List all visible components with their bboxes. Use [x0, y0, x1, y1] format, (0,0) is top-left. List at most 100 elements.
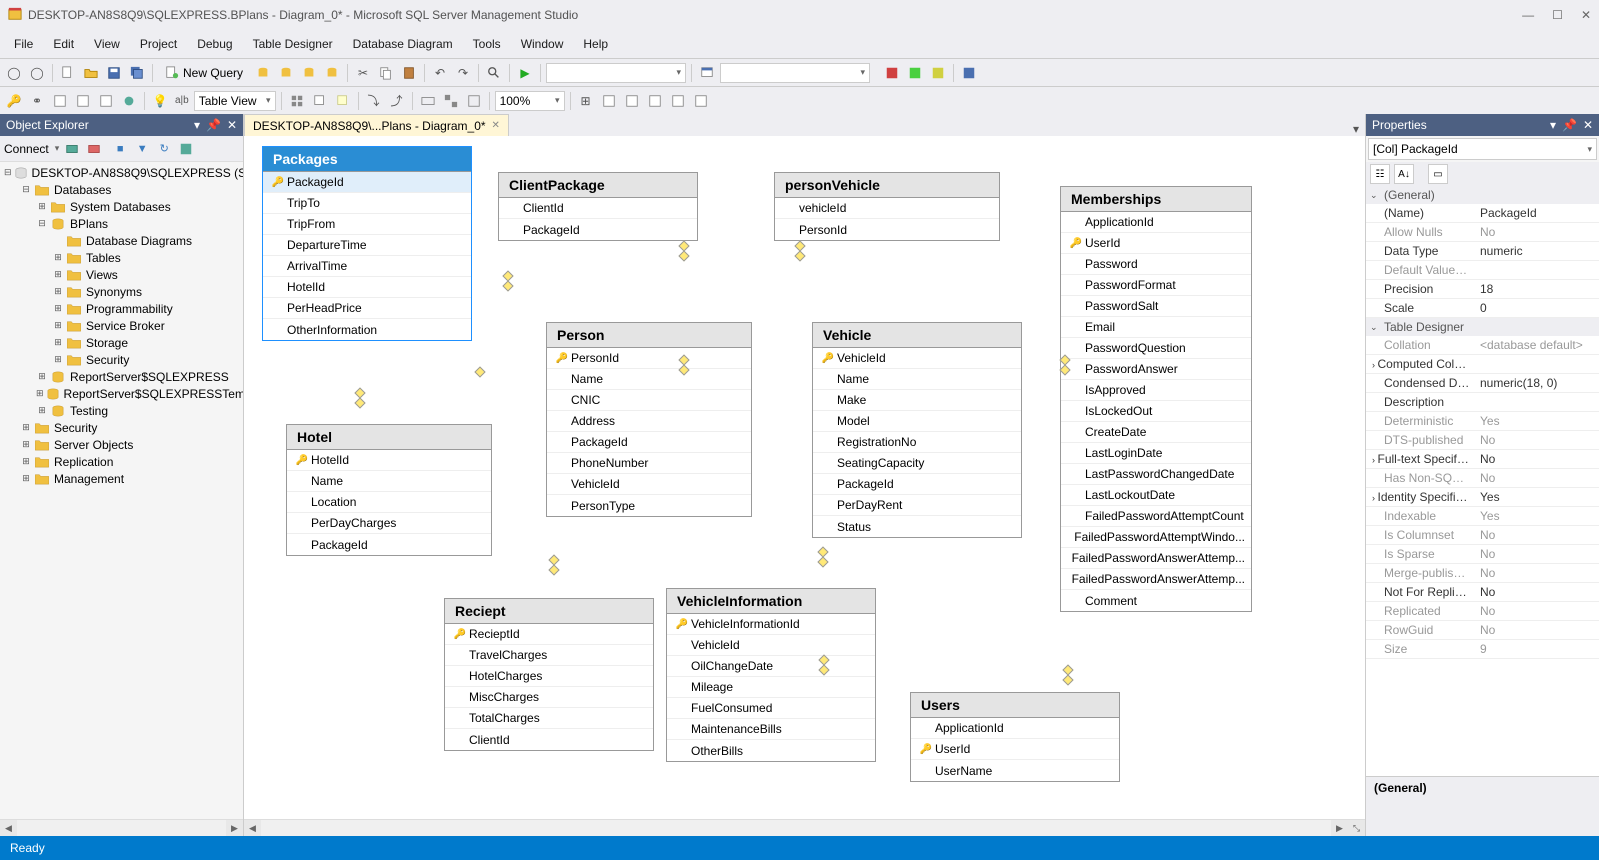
prop-pin-icon[interactable]: 📌 [1562, 118, 1577, 132]
column-row[interactable]: CreateDate [1061, 422, 1251, 443]
property-value[interactable]: Yes [1476, 412, 1599, 430]
property-value[interactable]: 9 [1476, 640, 1599, 658]
tree-server-objects[interactable]: ⊞Server Objects [0, 436, 243, 453]
redo-icon[interactable]: ↷ [453, 63, 473, 83]
cut-icon[interactable]: ✂ [353, 63, 373, 83]
menu-database-diagram[interactable]: Database Diagram [343, 33, 463, 55]
property-value[interactable]: numeric [1476, 242, 1599, 260]
maximize-button[interactable]: ☐ [1552, 8, 1563, 22]
save-all-icon[interactable] [127, 63, 147, 83]
column-row[interactable]: LastPasswordChangedDate [1061, 464, 1251, 485]
column-row[interactable]: OtherBills [667, 740, 875, 761]
table-view-combo[interactable]: Table View [194, 91, 276, 111]
property-value[interactable]: No [1476, 526, 1599, 544]
xml-icon[interactable] [73, 91, 93, 111]
tree-storage[interactable]: ⊞Storage [0, 334, 243, 351]
table-hotel[interactable]: Hotel🔑HotelIdNameLocationPerDayChargesPa… [286, 424, 492, 556]
column-row[interactable]: FailedPasswordAttemptCount [1061, 506, 1251, 527]
table-header[interactable]: Vehicle [813, 323, 1021, 348]
back-button[interactable]: ◯ [4, 63, 24, 83]
column-row[interactable]: FailedPasswordAnswerAttemp... [1061, 569, 1251, 590]
column-row[interactable]: ApplicationId [1061, 212, 1251, 233]
zoom-combo[interactable]: 100% [495, 91, 565, 111]
column-row[interactable]: Make [813, 390, 1021, 411]
property-row[interactable]: Condensed Data Tnumeric(18, 0) [1366, 374, 1599, 393]
column-row[interactable]: LastLoginDate [1061, 443, 1251, 464]
tree-tables[interactable]: ⊞Tables [0, 249, 243, 266]
new-table-icon[interactable] [310, 91, 330, 111]
paste-icon[interactable] [399, 63, 419, 83]
menu-help[interactable]: Help [573, 33, 618, 55]
save-icon[interactable] [104, 63, 124, 83]
property-row[interactable]: Not For ReplicatioNo [1366, 583, 1599, 602]
resize-grip-icon[interactable]: ⤡ [1348, 820, 1365, 836]
property-value[interactable]: No [1476, 469, 1599, 487]
column-row[interactable]: SeatingCapacity [813, 453, 1021, 474]
column-row[interactable]: PerDayCharges [287, 513, 491, 534]
property-row[interactable]: › Full-text SpecificaNo [1366, 450, 1599, 469]
tree-programmability[interactable]: ⊞Programmability [0, 300, 243, 317]
column-row[interactable]: FailedPasswordAnswerAttemp... [1061, 548, 1251, 569]
tree-synonyms[interactable]: ⊞Synonyms [0, 283, 243, 300]
property-value[interactable] [1476, 261, 1599, 279]
property-row[interactable]: Data Typenumeric [1366, 242, 1599, 261]
diagram-scroll-right[interactable]: ▶ [1331, 820, 1348, 836]
column-row[interactable]: UserName [911, 760, 1119, 781]
property-category[interactable]: ⌄(General) [1366, 186, 1599, 204]
column-row[interactable]: Location [287, 492, 491, 513]
column-row[interactable]: PerHeadPrice [263, 298, 471, 319]
property-value[interactable]: 0 [1476, 299, 1599, 317]
property-grid[interactable]: ⌄(General)(Name)PackageIdAllow NullsNoDa… [1366, 186, 1599, 776]
property-row[interactable]: Collation<database default> [1366, 336, 1599, 355]
close-panel-icon[interactable]: ✕ [227, 118, 237, 132]
column-row[interactable]: 🔑PackageId [263, 172, 471, 193]
db-icon-2[interactable] [276, 63, 296, 83]
menu-table-designer[interactable]: Table Designer [243, 33, 343, 55]
property-row[interactable]: Merge-publishedNo [1366, 564, 1599, 583]
column-row[interactable]: IsApproved [1061, 380, 1251, 401]
tree-testing[interactable]: ⊞Testing [0, 402, 243, 419]
connect-label[interactable]: Connect [4, 142, 51, 156]
play-icon[interactable]: ▶ [515, 63, 535, 83]
property-row[interactable]: ReplicatedNo [1366, 602, 1599, 621]
property-value[interactable]: Yes [1476, 488, 1599, 506]
recalc-icon[interactable] [599, 91, 619, 111]
tab-diagram[interactable]: DESKTOP-AN8S8Q9\...Plans - Diagram_0* ✕ [244, 114, 509, 136]
column-row[interactable]: Name [547, 369, 751, 390]
menu-tools[interactable]: Tools [463, 33, 511, 55]
table-packages[interactable]: Packages🔑PackageIdTripToTripFromDepartur… [262, 146, 472, 341]
filter-icon[interactable]: ▼ [133, 140, 151, 158]
column-row[interactable]: LastLockoutDate [1061, 485, 1251, 506]
target-combo[interactable] [546, 63, 686, 83]
column-row[interactable]: PackageId [813, 474, 1021, 495]
table-person[interactable]: Person🔑PersonIdNameCNICAddressPackageIdP… [546, 322, 752, 517]
tab-dropdown-icon[interactable]: ▾ [1347, 122, 1365, 136]
column-row[interactable]: ClientId [445, 729, 653, 750]
btn-a[interactable] [882, 63, 902, 83]
tree-databases[interactable]: ⊟Databases [0, 181, 243, 198]
column-row[interactable]: ClientId [499, 198, 697, 219]
table-header[interactable]: Packages [263, 147, 471, 172]
property-value[interactable]: numeric(18, 0) [1476, 374, 1599, 392]
autosize-icon[interactable] [418, 91, 438, 111]
column-row[interactable]: ApplicationId [911, 718, 1119, 739]
column-row[interactable]: DepartureTime [263, 235, 471, 256]
indexes-icon[interactable] [50, 91, 70, 111]
property-value[interactable]: No [1476, 431, 1599, 449]
object-tree[interactable]: ⊟DESKTOP-AN8S8Q9\SQLEXPRESS (SQL⊟Databas… [0, 162, 243, 819]
column-row[interactable]: VehicleId [547, 474, 751, 495]
property-row[interactable]: Size9 [1366, 640, 1599, 659]
db-icon-1[interactable] [253, 63, 273, 83]
column-row[interactable]: PackageId [547, 432, 751, 453]
column-row[interactable]: HotelId [263, 277, 471, 298]
menu-debug[interactable]: Debug [187, 33, 242, 55]
menu-project[interactable]: Project [130, 33, 187, 55]
column-row[interactable]: Password [1061, 254, 1251, 275]
property-value[interactable]: <database default> [1476, 336, 1599, 354]
column-row[interactable]: TripFrom [263, 214, 471, 235]
db-icon-4[interactable] [322, 63, 342, 83]
column-row[interactable]: PasswordSalt [1061, 296, 1251, 317]
column-row[interactable]: MiscCharges [445, 687, 653, 708]
column-row[interactable]: PasswordAnswer [1061, 359, 1251, 380]
column-row[interactable]: TotalCharges [445, 708, 653, 729]
